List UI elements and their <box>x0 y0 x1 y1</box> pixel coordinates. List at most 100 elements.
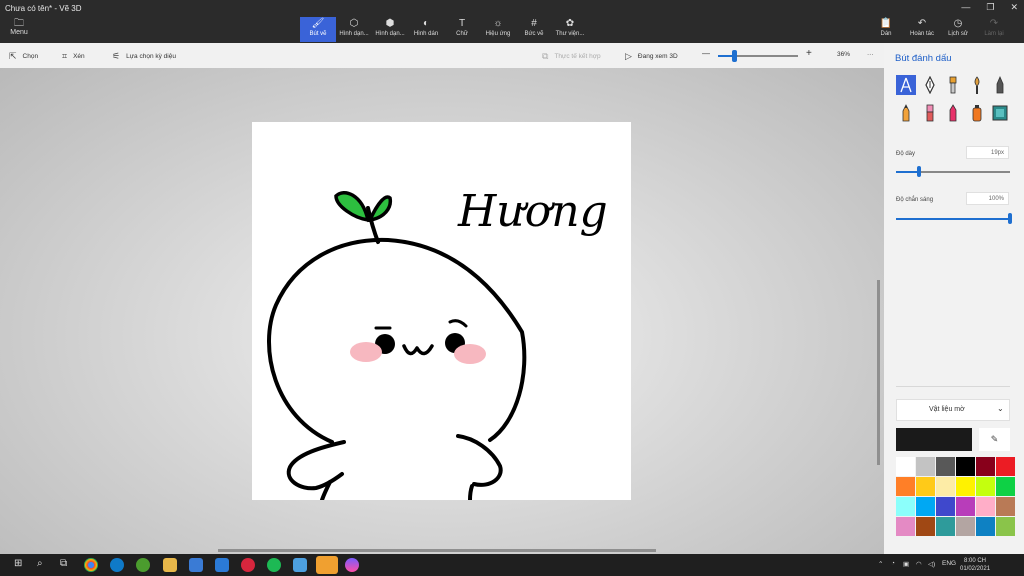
magic-select-button[interactable]: ⚟ Lựa chọn kỳ diệu <box>112 51 176 62</box>
color-swatch[interactable] <box>916 517 935 536</box>
menu-button[interactable]: 🗀 Menu <box>4 18 34 40</box>
color-swatch[interactable] <box>936 477 955 496</box>
vertical-scrollbar[interactable] <box>877 280 880 465</box>
photo-app-icon[interactable] <box>293 558 307 572</box>
language-indicator[interactable]: ENG <box>942 560 956 567</box>
color-swatch[interactable] <box>916 477 935 496</box>
store-icon[interactable] <box>189 558 203 572</box>
file-explorer-icon[interactable] <box>163 558 177 572</box>
tab-2d-shapes[interactable]: ⬡ Hình dạn... <box>336 17 372 42</box>
pencil-brush[interactable] <box>896 103 916 123</box>
color-swatch[interactable] <box>896 497 915 516</box>
tab-effects[interactable]: ☼ Hiệu ứng <box>480 17 516 42</box>
select-button[interactable]: ⇱ Chọn <box>9 51 38 62</box>
paint-3d-icon[interactable] <box>345 558 359 572</box>
workspace[interactable]: Hương <box>0 68 884 554</box>
color-swatch[interactable] <box>896 517 915 536</box>
drawing-canvas[interactable]: Hương <box>252 122 631 500</box>
coccoc-icon[interactable] <box>136 558 150 572</box>
color-swatch[interactable] <box>996 457 1015 476</box>
mixed-reality-label: Thực tế kết hợp <box>554 53 601 60</box>
oil-brush[interactable] <box>943 75 963 95</box>
pinterest-icon[interactable] <box>241 558 255 572</box>
network-icon[interactable]: ◔ <box>891 560 895 567</box>
pixel-pen-brush[interactable] <box>990 75 1010 95</box>
tab-text[interactable]: T Chữ <box>444 17 480 42</box>
mail-icon[interactable] <box>215 558 229 572</box>
opacity-slider-thumb[interactable] <box>1008 213 1012 224</box>
color-swatch[interactable] <box>916 457 935 476</box>
thickness-input[interactable]: 19px <box>966 146 1009 159</box>
color-swatch[interactable] <box>956 497 975 516</box>
color-swatch[interactable] <box>996 477 1015 496</box>
mixed-reality-button[interactable]: ⧉ Thực tế kết hợp <box>542 51 601 62</box>
history-button[interactable]: ◷ Lịch sử <box>940 17 976 42</box>
thickness-slider-fill <box>896 171 919 173</box>
tab-brushes[interactable]: 🖌 Bút vẽ <box>300 17 336 42</box>
crop-button[interactable]: ⌗ Xén <box>62 51 85 62</box>
antivirus-icon[interactable]: ▣ <box>903 560 909 568</box>
pencil-icon <box>902 104 910 122</box>
color-swatch[interactable] <box>916 497 935 516</box>
more-button[interactable]: ··· <box>867 51 874 58</box>
zalo-icon[interactable] <box>316 556 338 574</box>
redo-button[interactable]: ↷ Làm lại <box>976 17 1012 42</box>
material-dropdown[interactable]: Vật liệu mờ ⌄ <box>896 399 1010 421</box>
crayon-brush[interactable] <box>943 103 963 123</box>
calligraphy-pen-brush[interactable] <box>920 75 940 95</box>
tab-label: Thư viện... <box>555 31 585 37</box>
tab-3d-library[interactable]: ✿ Thư viện... <box>552 17 588 42</box>
chrome-icon[interactable] <box>84 558 98 572</box>
edge-icon[interactable] <box>110 558 124 572</box>
search-icon[interactable]: ⌕ <box>37 558 43 569</box>
color-swatch[interactable] <box>936 517 955 536</box>
tab-3d-shapes[interactable]: ⬢ Hình dạn... <box>372 17 408 42</box>
spraycan-icon <box>972 105 981 122</box>
color-swatch[interactable] <box>996 517 1015 536</box>
eraser-brush[interactable] <box>920 103 940 123</box>
task-view-icon[interactable]: ⧉ <box>60 558 67 569</box>
eyedropper-button[interactable]: ✎ <box>979 428 1010 451</box>
opacity-input[interactable]: 100% <box>966 192 1009 205</box>
tab-canvas[interactable]: # Bức vẽ <box>516 17 552 42</box>
windows-start-icon[interactable]: ⊞ <box>14 558 22 569</box>
volume-icon[interactable]: ◁) <box>928 560 935 568</box>
color-swatch[interactable] <box>976 497 995 516</box>
chevron-up-icon[interactable]: ⌃ <box>878 560 883 568</box>
tab-stickers[interactable]: ◐ Hình dán <box>408 17 444 42</box>
color-swatch[interactable] <box>976 457 995 476</box>
zoom-slider-thumb[interactable] <box>732 50 737 62</box>
color-swatch[interactable] <box>936 497 955 516</box>
color-swatch[interactable] <box>956 517 975 536</box>
color-swatch[interactable] <box>956 477 975 496</box>
clock[interactable]: 8:00 CH 01/02/2021 <box>960 557 990 573</box>
horizontal-scrollbar[interactable] <box>218 549 656 552</box>
zoom-out-button[interactable]: — <box>702 49 710 58</box>
marker-brush[interactable] <box>896 75 916 95</box>
restore-icon[interactable]: ❐ <box>986 2 994 13</box>
fill-brush[interactable] <box>990 103 1010 123</box>
current-color[interactable] <box>896 428 972 451</box>
color-palette <box>896 457 1015 536</box>
color-swatch[interactable] <box>956 457 975 476</box>
zoom-in-button[interactable]: + <box>806 48 812 59</box>
color-swatch[interactable] <box>896 457 915 476</box>
spotify-icon[interactable] <box>267 558 281 572</box>
color-swatch[interactable] <box>996 497 1015 516</box>
color-swatch[interactable] <box>896 477 915 496</box>
paste-button[interactable]: 📋 Dán <box>868 17 904 42</box>
thickness-slider-thumb[interactable] <box>916 166 921 177</box>
undo-button[interactable]: ↶ Hoàn tác <box>904 17 940 42</box>
zoom-value[interactable]: 36% <box>837 51 850 58</box>
color-swatch[interactable] <box>976 517 995 536</box>
color-swatch[interactable] <box>936 457 955 476</box>
color-swatch[interactable] <box>976 477 995 496</box>
eyedropper-icon: ✎ <box>990 434 999 444</box>
watercolor-brush[interactable] <box>967 75 987 95</box>
spraycan-brush[interactable] <box>967 103 987 123</box>
minimize-icon[interactable]: — <box>961 2 970 13</box>
brush-icon: 🖌 <box>311 18 325 29</box>
close-icon[interactable]: ✕ <box>1010 2 1018 13</box>
view-3d-button[interactable]: ▷ Đang xem 3D <box>625 51 678 62</box>
wifi-icon[interactable]: ◠ <box>916 560 922 568</box>
